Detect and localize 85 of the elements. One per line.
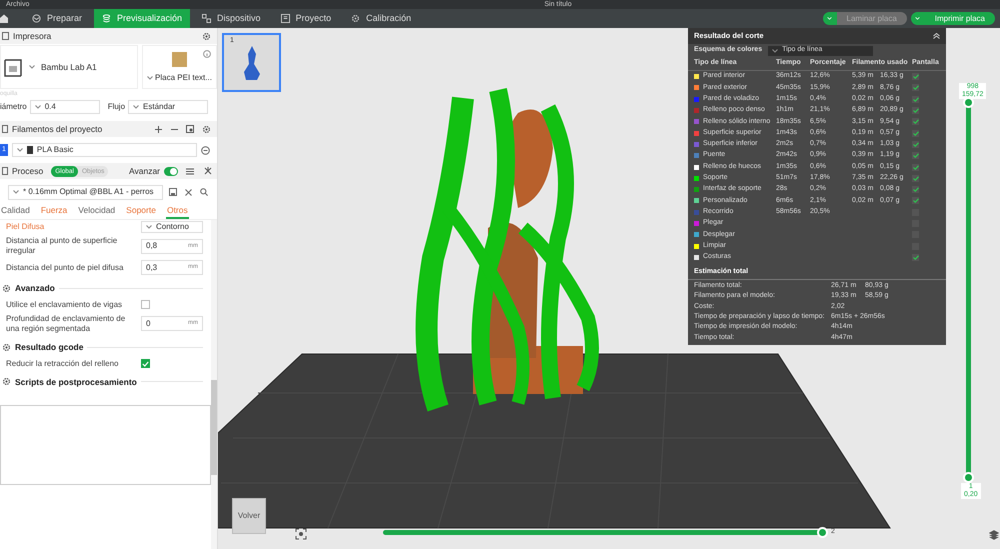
mode-tab[interactable]: Preparar — [24, 9, 90, 28]
caret-icon — [34, 105, 41, 109]
display-checkbox[interactable] — [912, 174, 919, 182]
display-checkbox[interactable] — [912, 152, 919, 160]
settings-icon[interactable] — [2, 284, 11, 293]
display-checkbox[interactable] — [912, 118, 919, 126]
diameter-dropdown[interactable]: 0.4 — [30, 100, 100, 114]
display-checkbox[interactable] — [912, 73, 919, 80]
caret-icon — [13, 190, 19, 194]
slider-thumb[interactable] — [817, 527, 828, 538]
home-icon[interactable] — [0, 14, 8, 23]
script-field[interactable] — [0, 405, 211, 486]
caret-icon — [16, 148, 23, 152]
section-header: Proceso — [12, 164, 44, 178]
section-header: Avanzado — [15, 282, 55, 295]
caret-icon — [772, 48, 778, 52]
caret-icon — [133, 105, 140, 109]
setting-label: Piel Difusa — [6, 221, 46, 233]
filament-dropdown[interactable]: PLA Basic — [12, 143, 197, 157]
info-icon[interactable] — [203, 50, 211, 58]
section-header: Filamentos del proyecto — [12, 122, 104, 136]
dropdown-field[interactable]: Contorno — [141, 221, 203, 233]
dropdown-toggle[interactable] — [822, 12, 837, 25]
view-cube[interactable]: Volver — [232, 498, 266, 534]
project-icon — [280, 14, 290, 23]
setting-label: Distancia al punto de superficie irregular — [6, 236, 118, 256]
display-checkbox[interactable] — [912, 197, 919, 204]
settings-icon[interactable] — [202, 32, 211, 40]
setting-label: Profundidad de enclavamiento de una región segmentada — [6, 314, 126, 334]
mode-tab[interactable]: Calibración — [343, 9, 420, 28]
display-checkbox[interactable] — [912, 84, 919, 92]
layers-icon — [102, 14, 112, 23]
plate-swatch — [172, 52, 187, 67]
caret-icon — [29, 65, 35, 69]
gear-icon — [351, 14, 360, 23]
settings-icon[interactable] — [2, 342, 11, 352]
settings-icon[interactable] — [202, 124, 211, 134]
spool-icon — [26, 146, 33, 154]
save-icon[interactable] — [169, 188, 177, 196]
fit-view-icon[interactable] — [295, 528, 307, 540]
display-checkbox[interactable] — [912, 164, 919, 171]
section-header: Impresora — [13, 30, 52, 42]
settings-icon[interactable] — [2, 377, 11, 386]
slider-thumb[interactable] — [963, 472, 974, 483]
settings-tab[interactable]: Calidad — [0, 204, 31, 219]
settings-tab[interactable]: Velocidad — [77, 204, 116, 219]
caret-icon — [915, 17, 920, 20]
device-icon — [202, 14, 212, 23]
dropdown-toggle[interactable] — [910, 12, 925, 25]
caret-icon — [827, 17, 832, 20]
preset-dropdown[interactable]: * 0.16mm Optimal @BBL A1 - perros — [8, 184, 163, 200]
model-icon — [242, 46, 260, 80]
add-icon[interactable] — [155, 126, 162, 132]
field-label: iámetro — [0, 101, 27, 113]
section-header: Scripts de postprocesamiento — [15, 376, 137, 388]
layers-icon[interactable] — [989, 530, 999, 540]
display-checkbox[interactable] — [912, 107, 919, 114]
display-checkbox[interactable] — [912, 130, 919, 137]
mode-tab[interactable]: Proyecto — [272, 9, 340, 28]
setting-label: Utilice el enclavamiento de vigas — [6, 300, 124, 310]
caret-icon — [147, 76, 154, 80]
field-label: Flujo — [108, 101, 126, 113]
slider-thumb[interactable] — [963, 97, 974, 108]
display-checkbox[interactable] — [912, 254, 919, 261]
display-checkbox[interactable] — [912, 186, 919, 194]
search-icon[interactable] — [200, 188, 208, 196]
checkbox[interactable] — [141, 359, 150, 368]
display-checkbox[interactable] — [912, 96, 919, 103]
setting-label: Reducir la retracción del relleno — [6, 358, 120, 368]
scrollbar[interactable] — [211, 220, 217, 549]
advanced-switch[interactable] — [164, 166, 178, 176]
list-icon[interactable] — [186, 168, 194, 174]
flow-dropdown[interactable]: Estándar — [128, 100, 208, 114]
remove-circle-icon[interactable] — [200, 146, 210, 154]
switch-label: Avanzar — [128, 164, 160, 178]
section-header: Resultado gcode — [15, 340, 84, 354]
setting-label: Distancia del punto de piel difusa — [6, 262, 124, 272]
checkbox[interactable] — [141, 300, 150, 310]
plate-card[interactable]: Placa PEI text... — [142, 45, 217, 89]
display-checkbox[interactable] — [912, 140, 919, 148]
collapse-icon[interactable] — [933, 33, 940, 39]
caret-icon — [146, 225, 152, 229]
close-icon[interactable] — [185, 188, 192, 196]
printer-card[interactable]: Bambu Lab A1 — [0, 45, 138, 89]
mode-tab[interactable]: Dispositivo — [194, 9, 269, 28]
